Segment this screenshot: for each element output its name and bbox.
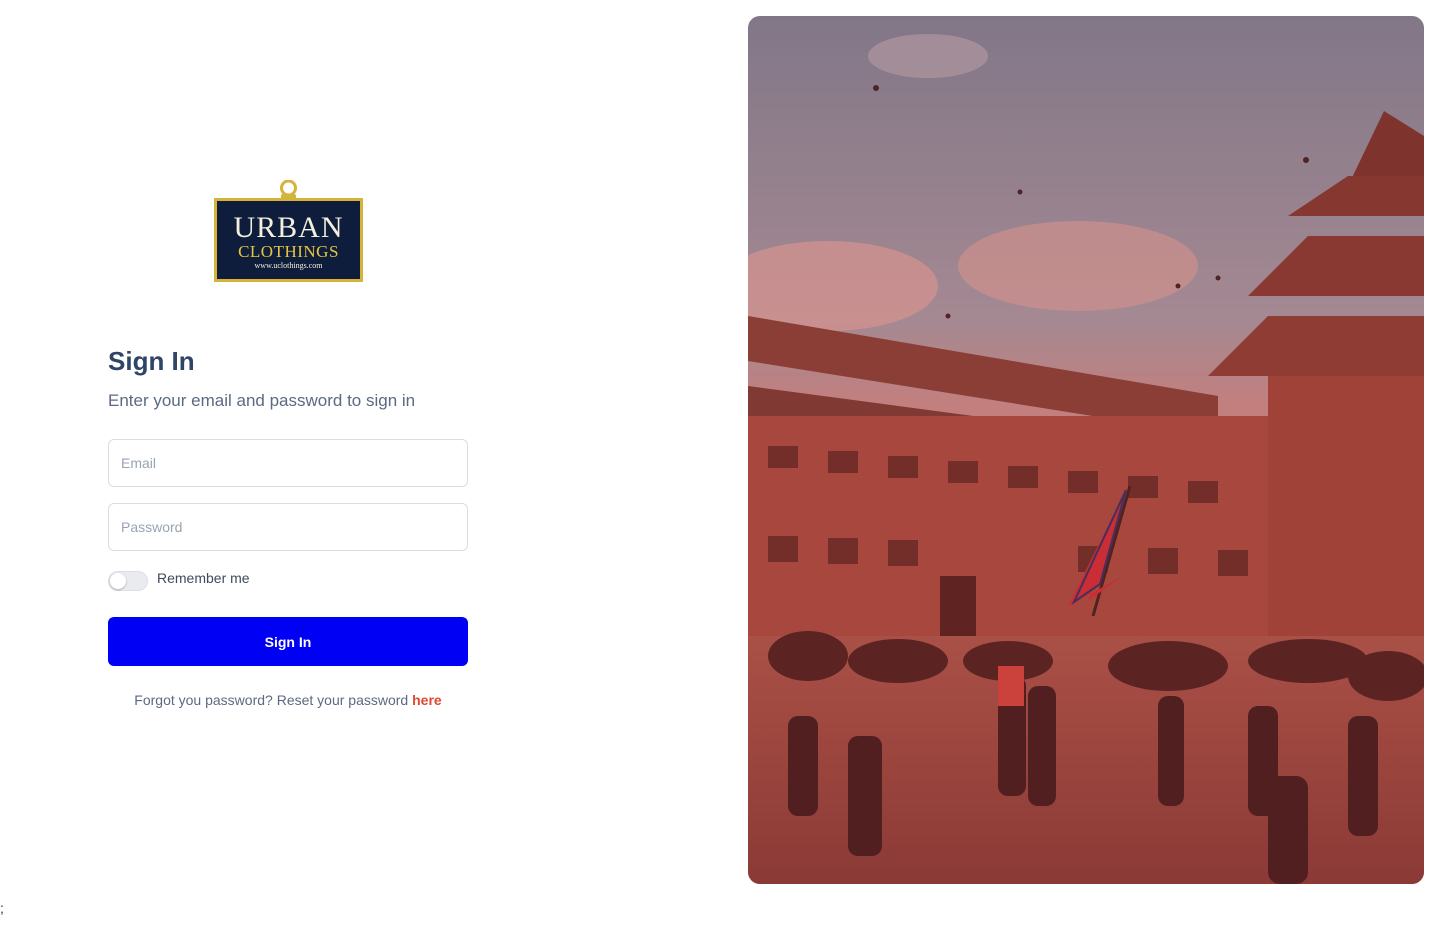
remember-me-label: Remember me [157,570,250,586]
page-subtitle: Enter your email and password to sign in [108,391,416,410]
forgot-password-label: Forgot you password? Reset your password [134,692,409,708]
password-field[interactable] [108,503,468,551]
reset-password-link[interactable]: here [412,692,442,708]
logo-line-3: www.uclothings.com [254,261,323,270]
hero-image [748,16,1424,884]
sign-in-button[interactable]: Sign In [108,617,468,666]
logo-line-2: CLOTHINGS [238,242,339,261]
logo-line-1: URBAN [233,211,344,244]
temple-square-illustration [748,16,1424,884]
stray-text: ; [0,900,4,916]
brand-logo: URBAN CLOTHINGS www.uclothings.com [214,180,363,282]
remember-me-toggle[interactable] [108,571,148,591]
page-title: Sign In [108,346,195,376]
email-field[interactable] [108,439,468,487]
logo-plate: URBAN CLOTHINGS www.uclothings.com [214,198,363,282]
forgot-password-text: Forgot you password? Reset your password… [108,692,468,708]
toggle-knob [110,573,126,589]
